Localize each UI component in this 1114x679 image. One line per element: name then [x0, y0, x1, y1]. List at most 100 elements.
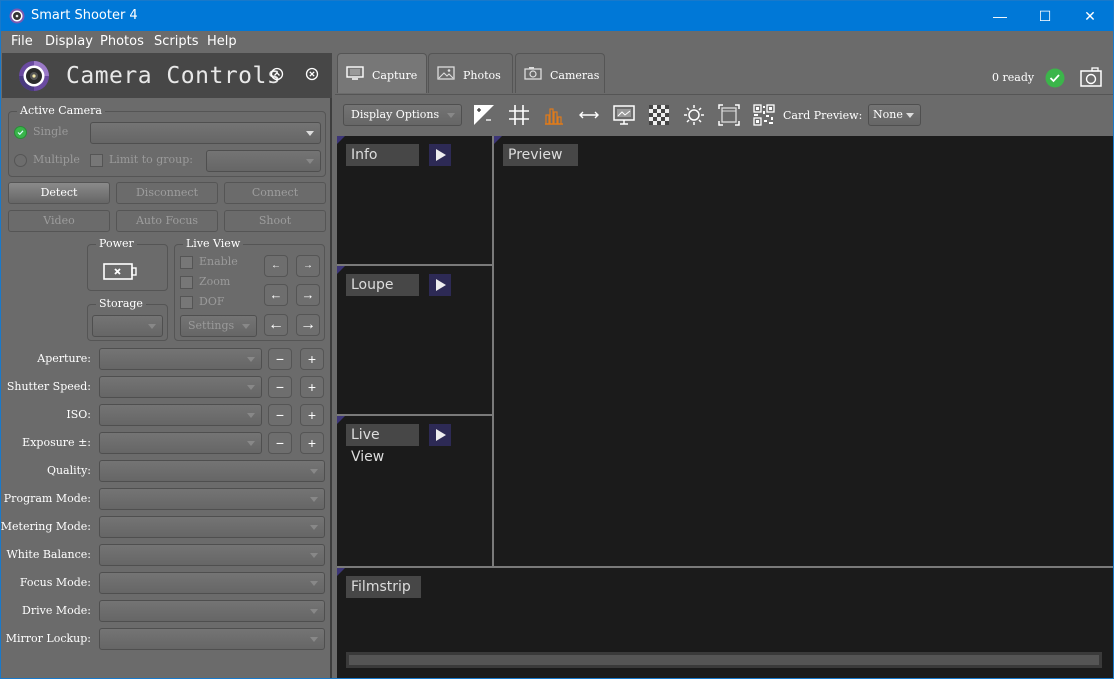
menu-photos[interactable]: Photos [100, 34, 144, 49]
grid-icon[interactable] [507, 103, 531, 127]
loupe-expand-icon[interactable] [429, 274, 451, 296]
decrement-button[interactable]: − [268, 404, 292, 426]
decrement-button[interactable]: − [268, 376, 292, 398]
setting-label: Program Mode: [3, 492, 91, 505]
focus-near-small-button[interactable]: ← [264, 255, 288, 277]
ready-check-icon [1045, 68, 1065, 88]
setting-select[interactable] [99, 376, 262, 398]
dof-checkbox[interactable] [180, 296, 193, 309]
minimize-button[interactable]: — [977, 1, 1023, 31]
multiple-radio[interactable] [14, 154, 27, 167]
shoot-button[interactable]: Shoot [224, 210, 326, 232]
close-panel-icon[interactable] [305, 67, 319, 81]
capture-camera-icon[interactable] [1080, 67, 1102, 87]
disconnect-button[interactable]: Disconnect [116, 182, 218, 204]
focus-near-medium-button[interactable]: ← [264, 284, 288, 306]
focus-near-large-button[interactable]: ← [264, 314, 288, 336]
tab-photos[interactable]: Photos [428, 53, 513, 93]
barcode-icon[interactable] [752, 103, 776, 127]
dof-label: DOF [199, 295, 225, 308]
setting-label: Quality: [46, 464, 91, 477]
setting-label: Drive Mode: [22, 604, 91, 617]
setting-row: Focus Mode: [2, 572, 332, 594]
setting-select[interactable] [99, 460, 325, 482]
storage-group: Storage [87, 297, 168, 341]
setting-select[interactable] [99, 600, 325, 622]
filmstrip-scroll-thumb[interactable] [349, 655, 1099, 665]
app-logo-icon [9, 8, 25, 24]
close-button[interactable]: ✕ [1067, 1, 1113, 31]
menu-display[interactable]: Display [45, 34, 93, 49]
live-view-expand-icon[interactable] [429, 424, 451, 446]
focus-far-small-button[interactable]: → [296, 255, 320, 277]
crop-frame-icon[interactable] [717, 103, 741, 127]
preview-overlay-icon[interactable] [612, 103, 636, 127]
increment-button[interactable]: + [300, 376, 324, 398]
live-view-group: Live View Enable Zoom DOF Settings ← → ←… [174, 237, 325, 341]
setting-row: ISO: − + [2, 404, 332, 426]
menu-file[interactable]: File [11, 34, 33, 49]
increment-button[interactable]: + [300, 432, 324, 454]
tab-capture[interactable]: Capture [337, 53, 427, 93]
increment-button[interactable]: + [300, 348, 324, 370]
info-pane: Info [337, 136, 491, 265]
pane-corner [337, 136, 345, 144]
focus-far-medium-button[interactable]: → [296, 284, 320, 306]
zoom-checkbox[interactable] [180, 276, 193, 289]
preview-pane-label: Preview [503, 144, 578, 166]
decrement-button[interactable]: − [268, 432, 292, 454]
storage-select[interactable] [92, 315, 163, 337]
increment-button[interactable]: + [300, 404, 324, 426]
card-preview-select[interactable]: None [868, 104, 921, 126]
settings-select[interactable]: Settings [180, 315, 257, 337]
monitor-icon [346, 66, 364, 80]
tab-photos-label: Photos [463, 69, 501, 82]
display-options-dropdown[interactable]: Display Options [343, 104, 462, 126]
pane-corner [494, 136, 502, 144]
tab-cameras[interactable]: Cameras [515, 53, 605, 93]
single-radio[interactable] [14, 126, 27, 139]
camera-select[interactable] [90, 122, 321, 144]
panel-header: Camera Controls [2, 53, 332, 98]
menu-scripts[interactable]: Scripts [154, 34, 198, 49]
decrement-button[interactable]: − [268, 348, 292, 370]
detect-button[interactable]: Detect [8, 182, 110, 204]
connect-button[interactable]: Connect [224, 182, 326, 204]
setting-row: Quality: [2, 460, 332, 482]
tab-capture-label: Capture [372, 69, 418, 82]
setting-select[interactable] [99, 404, 262, 426]
ready-count: 0 ready [992, 71, 1035, 84]
menu-help[interactable]: Help [207, 34, 237, 49]
zoom-label: Zoom [199, 275, 231, 288]
setting-select[interactable] [99, 432, 262, 454]
setting-select[interactable] [99, 628, 325, 650]
limit-to-group-checkbox[interactable] [90, 154, 103, 167]
auto-focus-button[interactable]: Auto Focus [116, 210, 218, 232]
app-window: Smart Shooter 4 — ☐ ✕ File Display Photo… [0, 0, 1114, 679]
maximize-button[interactable]: ☐ [1022, 1, 1068, 31]
setting-select[interactable] [99, 488, 325, 510]
setting-row: Exposure ±: − + [2, 432, 332, 454]
filmstrip-scrollbar[interactable] [346, 652, 1102, 668]
setting-select[interactable] [99, 544, 325, 566]
focus-far-large-button[interactable]: → [296, 314, 320, 336]
exposure-compensation-icon[interactable] [472, 103, 496, 127]
power-group: Power [87, 237, 168, 291]
setting-label: ISO: [66, 408, 91, 421]
video-button[interactable]: Video [8, 210, 110, 232]
brightness-icon[interactable] [682, 103, 706, 127]
histogram-icon[interactable] [542, 103, 566, 127]
setting-select[interactable] [99, 516, 325, 538]
collapse-panel-icon[interactable] [270, 67, 284, 81]
setting-select[interactable] [99, 572, 325, 594]
active-camera-label: Active Camera [17, 104, 105, 117]
settings-label: Settings [188, 319, 235, 332]
info-expand-icon[interactable] [429, 144, 451, 166]
checkerboard-icon[interactable] [647, 103, 671, 127]
fit-width-icon[interactable] [577, 103, 601, 127]
group-select[interactable] [206, 150, 321, 172]
capture-viewport: Info Loupe Live View Preview Filmstrip [337, 136, 1113, 678]
enable-checkbox[interactable] [180, 256, 193, 269]
setting-select[interactable] [99, 348, 262, 370]
card-preview-value: None [873, 108, 903, 121]
